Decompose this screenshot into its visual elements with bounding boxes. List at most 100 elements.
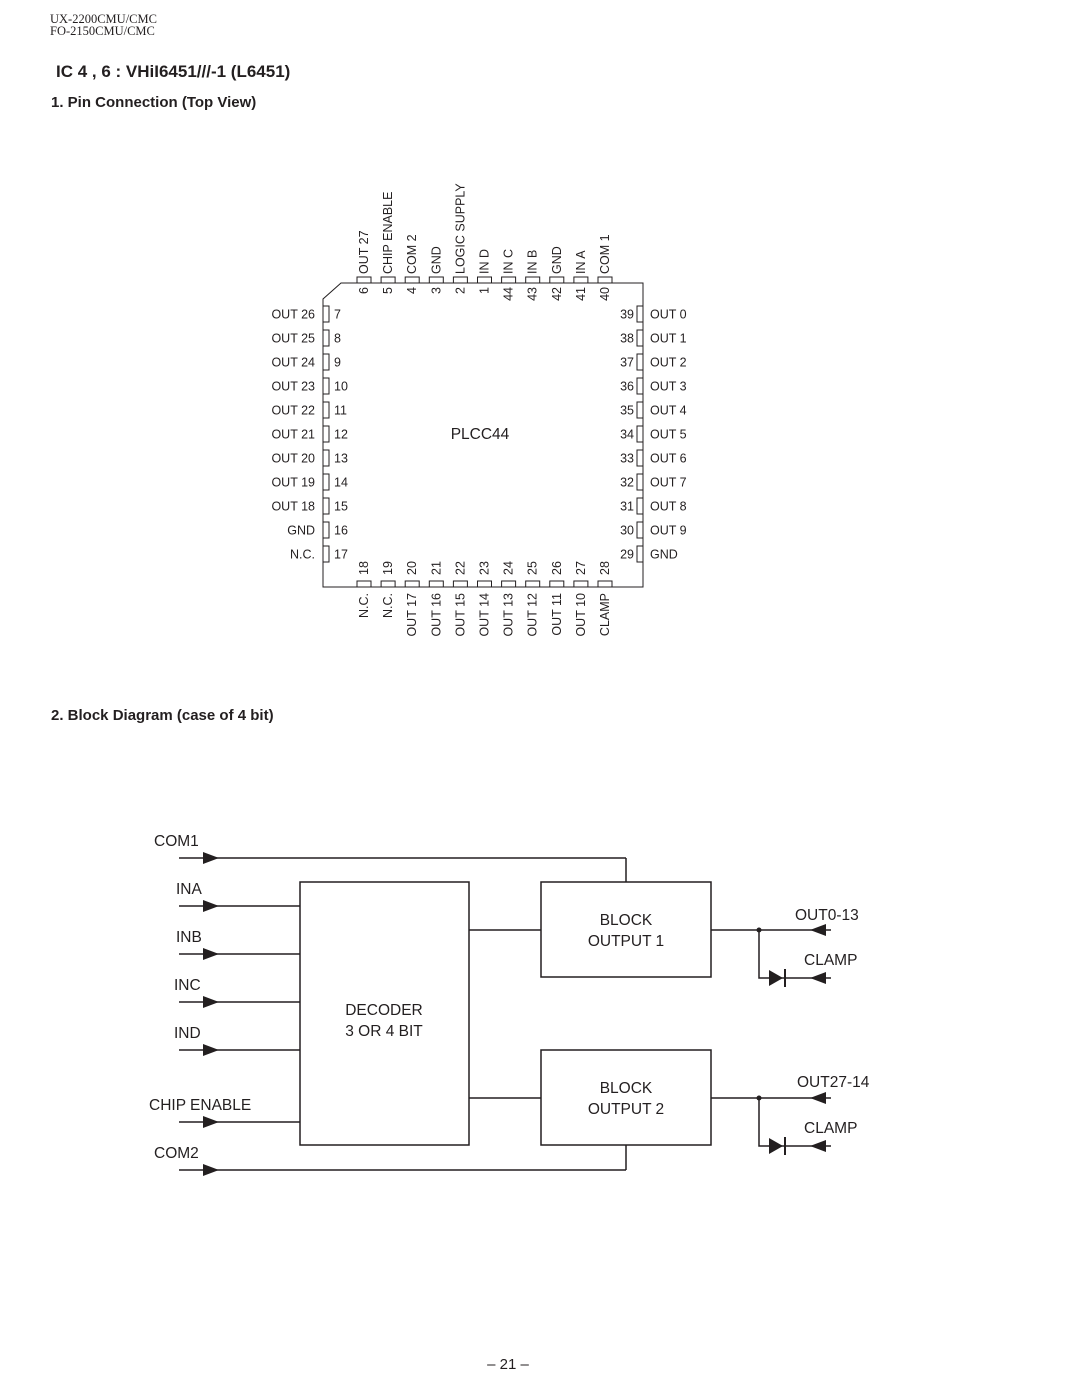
- right-pin-name: OUT 1: [650, 332, 687, 346]
- out0-13-label: OUT0-13: [795, 907, 859, 924]
- block2-label-line2: OUTPUT 2: [588, 1101, 664, 1118]
- left-pin-number: 16: [334, 524, 348, 538]
- top-pin-number: 40: [598, 287, 612, 301]
- bottom-pin-name: N.C.: [381, 593, 395, 618]
- top-pin-pad: [501, 276, 517, 284]
- left-pin-name: OUT 25: [271, 332, 315, 346]
- bottom-pin-name: OUT 17: [405, 593, 419, 637]
- top-pin-name: COM 2: [405, 234, 419, 274]
- bottom-pin-name: OUT 12: [526, 593, 540, 637]
- top-pin-pad: [549, 276, 565, 284]
- top-pin-pad: [597, 276, 613, 284]
- right-pin-pad: [636, 521, 644, 539]
- top-pin-name: CHIP ENABLE: [381, 192, 395, 274]
- left-pin-number: 14: [334, 476, 348, 490]
- bottom-pin-pad: [525, 580, 541, 588]
- right-pin-name: OUT 0: [650, 308, 687, 322]
- right-pin-pad: [636, 545, 644, 563]
- bottom-pin-pad: [404, 580, 420, 588]
- top-pin-pad: [525, 276, 541, 284]
- left-pin-pad: [322, 425, 330, 443]
- right-pin-number: 31: [620, 500, 634, 514]
- top-pin-pad: [380, 276, 396, 284]
- bottom-pin-name: OUT 13: [502, 593, 516, 637]
- top-pin-number: 3: [429, 287, 443, 294]
- pin-connection-diagram: PLCC44 6OUT 275CHIP ENABLE4COM 23GND2LOG…: [271, 183, 687, 637]
- left-pin-name: OUT 19: [271, 476, 315, 490]
- left-pin-pad: [322, 449, 330, 467]
- top-pin-number: 1: [478, 287, 492, 294]
- right-pin-pad: [636, 425, 644, 443]
- top-pin-number: 5: [381, 287, 395, 294]
- decoder-label-line1: DECODER: [345, 1002, 423, 1019]
- left-pin-pad: [322, 377, 330, 395]
- right-pin-number: 30: [620, 524, 634, 538]
- bottom-pin-name: OUT 16: [429, 593, 443, 637]
- right-pin-pad: [636, 329, 644, 347]
- com2-label: COM2: [154, 1145, 199, 1162]
- top-pin-number: 44: [502, 287, 516, 301]
- clamp1-wire: [758, 930, 831, 979]
- right-pin-number: 29: [620, 548, 634, 562]
- top-pin-name: IN C: [502, 249, 516, 274]
- bottom-pin-number: 19: [381, 561, 395, 575]
- top-pin-name: COM 1: [598, 234, 612, 274]
- left-pin-name: OUT 18: [271, 500, 315, 514]
- ind-arrow-icon: [203, 1044, 219, 1056]
- top-pin-name: LOGIC SUPPLY: [453, 183, 467, 274]
- left-pin-pad: [322, 305, 330, 323]
- bottom-pin-pad: [380, 580, 396, 588]
- bottom-pin-pad: [477, 580, 492, 588]
- top-pins: 6 OUT 27 5 CHIP ENABLE 4 COM 2 3 GND 2 LOGIC SUPP…: [356, 183, 613, 301]
- clamp2-arrow-icon: [810, 1140, 826, 1152]
- right-pin-name: OUT 7: [650, 476, 687, 490]
- left-pin-number: 9: [334, 356, 341, 370]
- right-pin-pad: [636, 449, 644, 467]
- clamp1-diode-icon: [769, 970, 783, 986]
- com1-label: COM1: [154, 833, 199, 850]
- ind-label: IND: [174, 1025, 201, 1042]
- left-pin-number: 11: [334, 404, 347, 418]
- bottom-pin-number: 20: [405, 561, 419, 575]
- bottom-pin-pad: [597, 580, 613, 588]
- top-pin-number: 6: [357, 287, 371, 294]
- right-pin-number: 35: [620, 404, 634, 418]
- bottom-pin-number: 26: [550, 561, 564, 575]
- left-pin-number: 12: [334, 428, 348, 442]
- top-pin-number: 43: [526, 287, 540, 301]
- left-pin-pad: [322, 473, 330, 491]
- right-pin-name: OUT 4: [650, 404, 687, 418]
- bottom-pin-name: OUT 15: [453, 593, 467, 637]
- right-pin-pad: [636, 377, 644, 395]
- top-pin-name: OUT 27: [357, 230, 371, 274]
- bottom-pin-pad: [452, 580, 468, 588]
- clamp2-label: CLAMP: [804, 1120, 857, 1137]
- ina-arrow-icon: [203, 900, 219, 912]
- right-pin-pad: [636, 305, 644, 323]
- page-number: – 21 –: [487, 1356, 529, 1373]
- left-pin-name: OUT 23: [271, 380, 315, 394]
- package-label: PLCC44: [451, 426, 510, 443]
- block2-label-line1: BLOCK: [600, 1080, 653, 1097]
- right-pin-name: OUT 5: [650, 428, 687, 442]
- left-pin-pad: [322, 521, 330, 539]
- bottom-pin-number: 25: [526, 561, 540, 575]
- bottom-pin-pad: [549, 580, 565, 588]
- top-pin-number: 2: [453, 287, 467, 294]
- left-pin-number: 17: [334, 548, 348, 562]
- chip-enable-label: CHIP ENABLE: [149, 1097, 251, 1114]
- top-pin-name: IN A: [574, 250, 588, 274]
- left-pin-name: OUT 22: [271, 404, 315, 418]
- bottom-pins: 18 N.C. 19 N.C. 20 OUT 17 21 OUT 16 22 OUT 15 23 OU…: [356, 561, 613, 637]
- inb-label: INB: [176, 929, 202, 946]
- top-pin-name: GND: [550, 246, 564, 274]
- clamp1-arrow-icon: [810, 972, 826, 984]
- inc-label: INC: [174, 977, 201, 994]
- com2-arrow-icon: [203, 1164, 219, 1176]
- bottom-pin-name: OUT 10: [574, 593, 588, 637]
- decoder-label-line2: 3 OR 4 BIT: [345, 1023, 423, 1040]
- left-pin-number: 7: [334, 308, 341, 322]
- top-pin-name: IN D: [478, 249, 492, 274]
- right-pins: 39 OUT 0 38 OUT 1 37 OUT 2 36 OUT 3 35 OUT 4 34 OUT…: [620, 305, 687, 563]
- right-pin-number: 39: [620, 308, 634, 322]
